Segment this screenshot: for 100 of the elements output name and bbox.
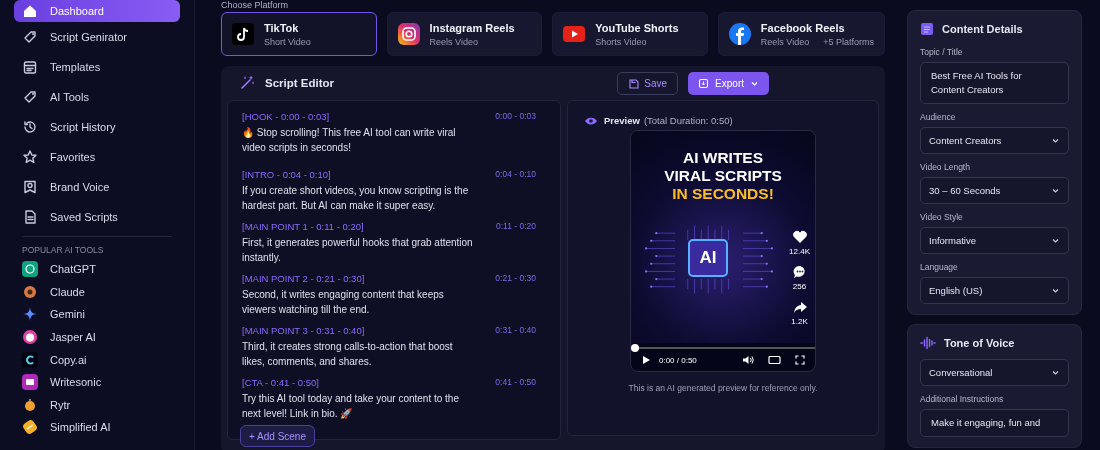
card-title: Content Details (942, 23, 1023, 35)
card-title: Tone of Voice (944, 337, 1015, 349)
play-icon (641, 355, 651, 365)
platform-name: TikTok (264, 21, 300, 34)
progress-thumb[interactable] (631, 344, 639, 352)
scene-time: 0:31 - 0:40 (495, 325, 536, 336)
scene-time: 0:00 - 0:03 (495, 111, 536, 122)
save-icon (628, 77, 640, 89)
chip-graphic: AI (688, 239, 728, 277)
nav-item[interactable]: AI Tools (14, 82, 180, 112)
tool-item[interactable]: Rytr (14, 393, 180, 417)
dropdown[interactable]: Informative (920, 227, 1069, 254)
tool-label: Copy.ai (50, 353, 87, 366)
duration-text: (Total Duration: 0:50) (643, 115, 733, 126)
scene-text: Third, it creates strong calls-to-action that boost likes, comments, and shares. (242, 340, 454, 369)
add-scene-button[interactable]: + Add Scene (240, 425, 315, 447)
magic-wand-icon (239, 75, 255, 91)
house-icon (22, 3, 38, 19)
nav-label: Script Genirator (50, 31, 128, 43)
document-icon (22, 209, 38, 225)
scene-heading: [HOOK - 0:00 - 0:03] (242, 111, 330, 122)
chevron-down-icon (1051, 286, 1060, 295)
preview-label: Preview (604, 115, 640, 126)
platform-subtitle: Reels Video (429, 36, 478, 47)
tool-item[interactable]: Gemini (14, 303, 180, 326)
scene-text: Second, it writes engaging content that keeps viewers watching till the end. (242, 288, 445, 317)
chevron-down-icon (1051, 236, 1060, 245)
headline-text: AI WRITES (681, 149, 765, 167)
scene-heading: [CTA - 0:41 - 0:50] (242, 377, 319, 388)
tool-item[interactable]: ChatGPT (14, 258, 180, 281)
dropdown[interactable]: Content Creators (920, 127, 1069, 154)
dropdown[interactable]: Conversational (920, 359, 1069, 386)
dropdown[interactable]: 30 – 60 Seconds (920, 177, 1069, 204)
tool-item[interactable]: Copy.ai (14, 348, 180, 371)
platform-subtitle: Shorts Video (595, 36, 647, 47)
nav-label: Brand Voice (50, 181, 110, 193)
tool-item[interactable]: Writesonic (14, 370, 180, 394)
export-button[interactable]: Export (688, 71, 769, 95)
nav-item[interactable]: Templates (14, 52, 180, 82)
export-icon (698, 77, 710, 89)
nav-item[interactable]: Script History (14, 112, 180, 142)
tag-icon (22, 89, 38, 105)
nav-label: Dashboard (50, 5, 104, 17)
nav-item[interactable]: Saved Scripts (14, 202, 180, 232)
scene-text: Try this AI tool today and take your content to the next level! Link in bio. 🚀 (242, 392, 460, 421)
tool-label: Writesonic (50, 376, 102, 389)
text-area[interactable]: Make it engaging, fun and (920, 409, 1069, 437)
dropdown[interactable]: English (US) (920, 277, 1069, 304)
tool-item[interactable]: Simplified AI (14, 416, 180, 439)
play-logo-icon (563, 23, 586, 45)
video-time: 0:00 / 0:50 (659, 355, 697, 365)
tool-label: Jasper AI (50, 331, 96, 344)
field-label: Additional Instructions (920, 394, 1005, 404)
chevron-down-icon (1051, 186, 1060, 195)
tool-label: Claude (50, 285, 85, 298)
text-area[interactable]: Best Free AI Tools for Content Creators (920, 62, 1069, 104)
save-button[interactable]: Save (617, 71, 679, 95)
fullscreen-icon (795, 355, 805, 365)
field-label: Language (920, 262, 959, 272)
volume-icon (742, 355, 754, 365)
calendar-icon (22, 59, 38, 75)
tool-item[interactable]: Jasper AI (14, 325, 180, 349)
nav-label: Saved Scripts (50, 211, 118, 223)
scene-heading: [MAIN POINT 1 - 0:11 - 0:20] (242, 221, 364, 232)
badge-icon (22, 179, 38, 195)
platform-card[interactable]: Instagram Reels Reels Video (386, 12, 543, 56)
history-icon (22, 119, 38, 135)
pill-logo-icon (22, 419, 38, 436)
tool-label: Simplified AI (50, 421, 111, 434)
scene-time: 0:04 - 0:10 (495, 169, 536, 180)
platform-card[interactable]: Facebook Reels Reels Video +5 Platforms (717, 12, 885, 56)
platform-count: +5 Platforms (823, 36, 874, 47)
tool-label: Gemini (50, 308, 85, 321)
field-label: Audience (920, 112, 957, 122)
nav-item[interactable]: Script Genirator (14, 22, 180, 52)
star-icon (22, 149, 38, 165)
nav-item[interactable]: Dashboard (14, 0, 180, 22)
tool-label: ChatGPT (50, 263, 96, 276)
document-icon (920, 22, 934, 36)
screen-icon (768, 355, 781, 365)
editor-title: Script Editor (265, 77, 334, 89)
field-label: Video Length (920, 162, 971, 172)
nav-label: Templates (50, 61, 101, 73)
nav-item[interactable]: Brand Voice (14, 172, 180, 202)
nav-label: Favorites (50, 151, 96, 163)
section-heading: Choose Platform (221, 0, 290, 12)
scene-text: 🔥 Stop scrolling! This free AI tool can write viral video scripts in seconds! (242, 126, 457, 155)
stat-count: 256 (792, 282, 807, 291)
tool-item[interactable]: Claude (14, 280, 180, 304)
square-logo-icon (22, 374, 38, 391)
platform-subtitle: Reels Video (760, 36, 810, 47)
chevron-down-icon (1051, 368, 1060, 377)
facebook-logo-icon (728, 23, 751, 45)
nav-label: AI Tools (50, 91, 89, 103)
nav-item[interactable]: Favorites (14, 142, 180, 172)
platform-card[interactable]: TikTok Short Video (221, 12, 377, 56)
platform-card[interactable]: YouTube Shorts Shorts Video (552, 12, 708, 56)
eye-icon (584, 115, 598, 126)
platform-name: YouTube Shorts (595, 21, 679, 34)
heart-icon (791, 229, 808, 245)
